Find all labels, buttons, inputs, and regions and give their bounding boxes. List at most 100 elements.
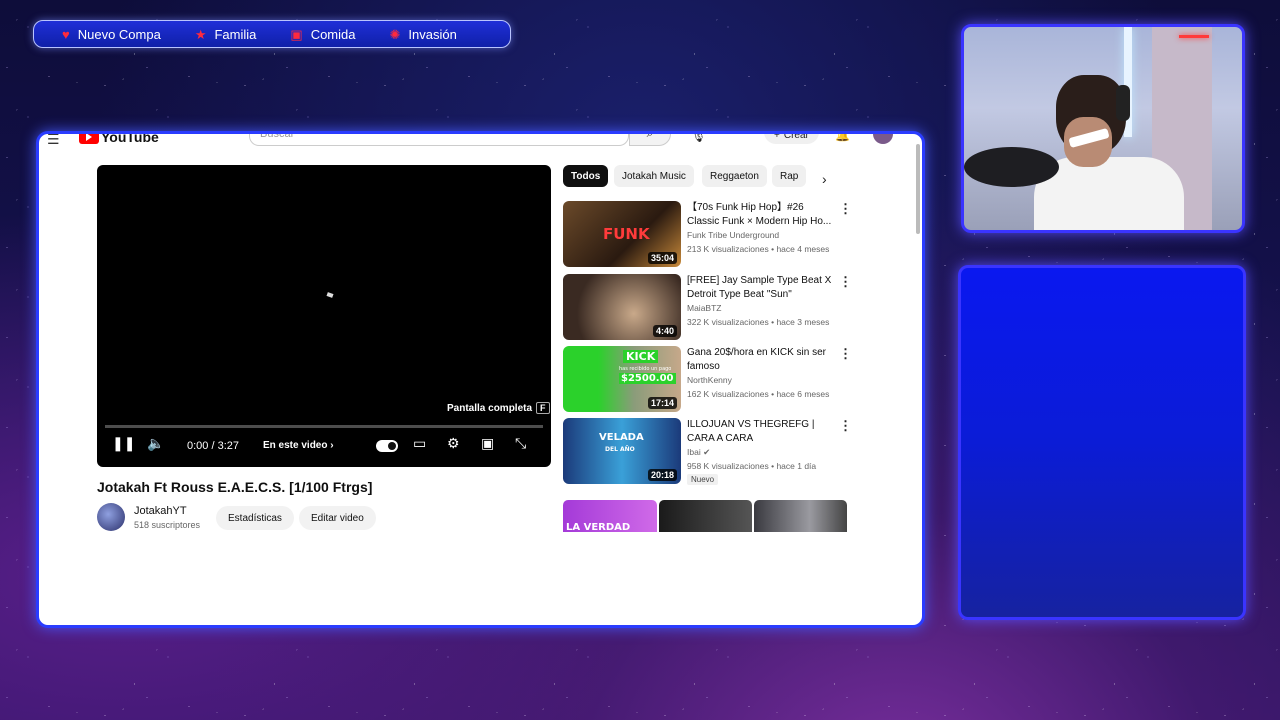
alert-item-nuevo-compa: ♥ Nuevo Compa	[62, 27, 161, 42]
duration-badge: 17:14	[647, 397, 677, 409]
alert-label: Invasión	[408, 26, 457, 42]
short-thumbnail[interactable]	[659, 500, 752, 532]
video-thumbnail[interactable]: FUNK 35:04	[563, 201, 681, 267]
browser-capture-frame: ☰ YouTube Buscar ⌕ 🎙 + Crear 🔔 Pantalla …	[36, 131, 925, 628]
chevron-right-icon: ›	[330, 440, 334, 451]
account-avatar[interactable]	[873, 134, 893, 144]
more-options-icon[interactable]: ⋮	[839, 418, 852, 434]
mouse-cursor-icon	[326, 292, 334, 298]
video-thumbnail[interactable]: 4:40	[563, 274, 681, 340]
recommendation-meta: 322 K visualizaciones • hace 3 meses	[687, 317, 830, 327]
alert-label: Comida	[310, 26, 356, 42]
channel-avatar[interactable]	[97, 503, 125, 531]
alert-item-invasion: ✺ Invasión	[389, 27, 456, 42]
star-icon: ★	[194, 26, 207, 42]
recommendation-item[interactable]: KICK has recibido un pago $2500.00 17:14…	[563, 346, 853, 412]
chip-reggaeton[interactable]: Reggaeton	[702, 165, 767, 187]
thumbnail-text: VELADA	[599, 432, 644, 443]
recommendation-meta: 213 K visualizaciones • hace 4 meses	[687, 244, 830, 254]
subtitles-icon[interactable]: ▭	[413, 435, 426, 452]
short-thumbnail[interactable]: LA VERDAD	[563, 500, 657, 532]
fullscreen-shortcut-key: F	[536, 402, 550, 414]
red-light-strip	[1179, 35, 1209, 38]
more-options-icon[interactable]: ⋮	[839, 274, 852, 290]
fullscreen-tooltip: Pantalla completa F	[447, 402, 550, 414]
overlay-alerts-bar: ♥ Nuevo Compa ★ Familia ▣ Comida ✺ Invas…	[33, 20, 511, 48]
recommendation-item[interactable]: 4:40 [FREE] Jay Sample Type Beat X Detro…	[563, 274, 853, 340]
more-options-icon[interactable]: ⋮	[839, 201, 852, 217]
chip-todos[interactable]: Todos	[563, 165, 609, 187]
alien-icon: ✺	[389, 26, 401, 42]
search-input[interactable]: Buscar	[249, 134, 629, 146]
page-scrollbar[interactable]	[916, 144, 920, 234]
thumbnail-amount: $2500.00	[619, 373, 676, 384]
webcam-feed	[961, 24, 1245, 233]
recommendation-channel[interactable]: Funk Tribe Underground	[687, 230, 779, 240]
recommendation-title[interactable]: Gana 20$/hora en KICK sin ser famoso	[687, 346, 837, 374]
new-badge: Nuevo	[687, 474, 719, 485]
edit-video-button[interactable]: Editar video	[299, 506, 376, 530]
thumbnail-subtext: has recibido un pago	[619, 366, 672, 372]
recommendation-item[interactable]: VELADA DEL AÑO 20:18 ILLOJUAN VS THEGREF…	[563, 418, 853, 485]
more-options-icon[interactable]: ⋮	[839, 346, 852, 362]
fullscreen-tooltip-text: Pantalla completa	[447, 402, 533, 414]
chapters-button[interactable]: En este video ›	[263, 440, 334, 451]
youtube-logo[interactable]: YouTube	[79, 131, 159, 145]
recommendation-meta: 162 K visualizaciones • hace 6 meses	[687, 389, 830, 399]
short-thumbnail[interactable]	[754, 500, 847, 532]
thumbnail-subtext: DEL AÑO	[605, 446, 635, 453]
chip-rap[interactable]: Rap	[772, 165, 807, 187]
alert-label: Familia	[214, 26, 257, 42]
recommendation-title[interactable]: 【70s Funk Hip Hop】#26 Classic Funk × Mod…	[687, 201, 837, 229]
microphone-icon[interactable]: 🎙	[691, 134, 706, 143]
headphones-icon	[1116, 85, 1130, 121]
alert-item-comida: ▣ Comida	[290, 27, 355, 42]
create-label: Crear	[783, 131, 809, 141]
theater-mode-icon[interactable]: ▣	[481, 435, 494, 452]
stats-button[interactable]: Estadísticas	[216, 506, 294, 530]
verified-check-icon: ✔	[703, 447, 711, 457]
microphone	[964, 147, 1059, 187]
gift-icon: ▣	[290, 26, 303, 42]
video-player[interactable]: Pantalla completa F ❚❚ 🔈 0:00 / 3:27 En …	[97, 165, 551, 467]
channel-name[interactable]: JotakahYT	[134, 505, 187, 517]
pause-icon[interactable]: ❚❚	[112, 435, 135, 452]
alert-label: Nuevo Compa	[77, 26, 161, 42]
recommendation-channel[interactable]: Ibai ✔	[687, 447, 710, 458]
fullscreen-icon[interactable]: ⤡	[515, 435, 526, 452]
duration-badge: 20:18	[647, 469, 677, 481]
alert-item-familia: ★ Familia	[195, 27, 257, 42]
subscriber-count: 518 suscriptores	[134, 520, 201, 530]
thumbnail-text: FUNK	[603, 225, 650, 243]
youtube-logo-text: YouTube	[101, 131, 159, 145]
settings-gear-icon[interactable]: ⚙	[447, 435, 460, 452]
recommendation-channel[interactable]: MaiaBTZ	[687, 303, 721, 313]
video-thumbnail[interactable]: KICK has recibido un pago $2500.00 17:14	[563, 346, 681, 412]
recommendation-channel-name: Ibai	[687, 447, 701, 457]
recommendation-meta: 958 K visualizaciones • hace 1 día	[687, 461, 817, 471]
chip-jotakah-music[interactable]: Jotakah Music	[614, 165, 694, 187]
recommendation-channel[interactable]: NorthKenny	[687, 375, 732, 385]
recommendation-item[interactable]: FUNK 35:04 【70s Funk Hip Hop】#26 Classic…	[563, 201, 853, 267]
duration-badge: 35:04	[647, 252, 677, 264]
volume-icon[interactable]: 🔈	[147, 435, 164, 452]
search-icon[interactable]: ⌕	[629, 134, 671, 146]
duration-badge: 4:40	[652, 325, 677, 337]
youtube-header: ☰ YouTube Buscar ⌕ 🎙 + Crear 🔔	[39, 131, 922, 148]
create-button[interactable]: + Crear	[764, 131, 819, 144]
plus-icon: +	[774, 131, 780, 141]
notifications-bell-icon[interactable]: 🔔	[835, 134, 850, 142]
short-thumbnail-text: LA VERDAD	[566, 522, 631, 532]
heart-icon: ♥	[62, 26, 70, 42]
chapters-label: En este video	[263, 440, 328, 451]
time-display: 0:00 / 3:27	[187, 440, 239, 452]
recommendation-title[interactable]: [FREE] Jay Sample Type Beat X Detroit Ty…	[687, 274, 837, 302]
video-thumbnail[interactable]: VELADA DEL AÑO 20:18	[563, 418, 681, 484]
recommendation-title[interactable]: ILLOJUAN VS THEGREFG | CARA A CARA	[687, 418, 837, 446]
autoplay-toggle[interactable]	[376, 440, 398, 452]
video-title: Jotakah Ft Rouss E.A.E.C.S. [1/100 Ftrgs…	[97, 479, 373, 495]
hamburger-menu-icon[interactable]: ☰	[47, 134, 61, 146]
youtube-play-icon	[79, 134, 99, 144]
progress-bar[interactable]	[105, 425, 543, 428]
chevron-right-icon[interactable]: ›	[822, 171, 827, 187]
